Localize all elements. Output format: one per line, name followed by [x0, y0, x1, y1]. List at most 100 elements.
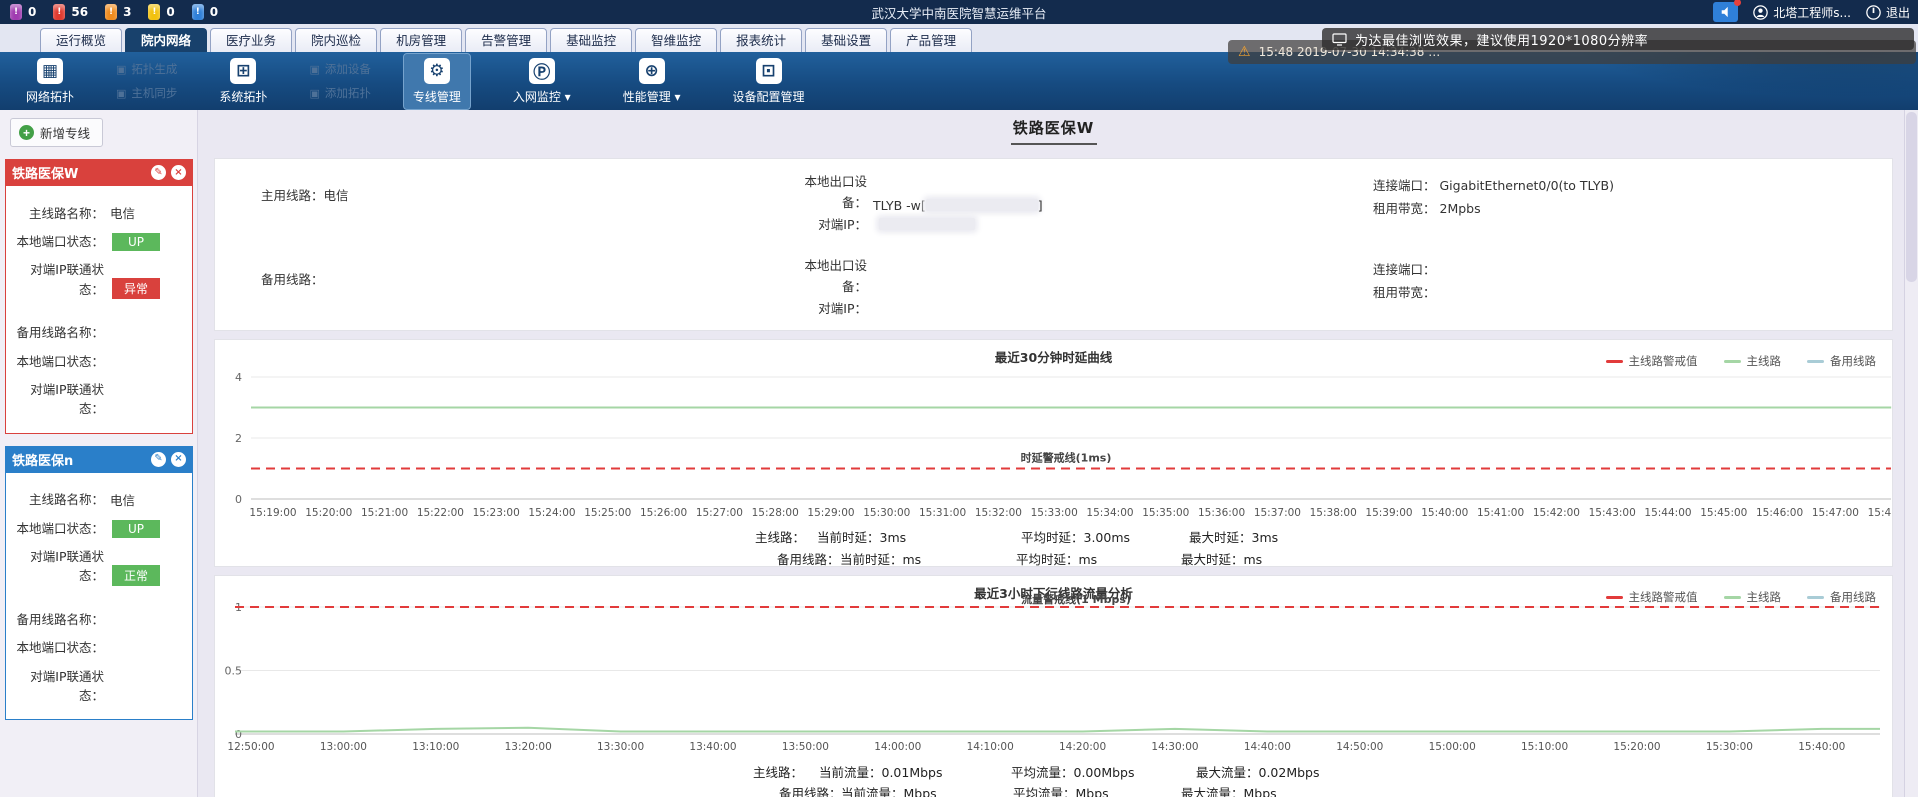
card-field-row: 主线路名称：电信 [6, 490, 186, 510]
bandwidth-label: 租用带宽： [1373, 201, 1436, 216]
toolbar-item-4[interactable]: ⚙ 专线管理 [403, 53, 471, 110]
card-field-row: 本地端口状态：UP [6, 232, 186, 251]
tab-1[interactable]: 院内网络 [125, 28, 207, 52]
svg-text:15:20:00: 15:20:00 [305, 507, 352, 519]
tab-6[interactable]: 基础监控 [550, 28, 632, 52]
svg-text:15:43:00: 15:43:00 [1589, 507, 1636, 519]
tab-5[interactable]: 告警管理 [465, 28, 547, 52]
toolbar-item-7[interactable]: ⊡设备配置管理 [723, 53, 815, 110]
toolbar-item-label: 系统拓扑 [219, 88, 267, 105]
user-icon [1753, 5, 1768, 20]
card-field-row: 对端IP联通状态： [6, 667, 186, 706]
stat-value: 最大时延：3ms [1189, 527, 1278, 546]
traffic-chart-panel: 最近3小时下行线路流量分析主线路警戒值主线路备用线路00.51流量警戒线(1 M… [214, 575, 1893, 797]
svg-text:13:30:00: 13:30:00 [597, 741, 644, 753]
resolution-toast: 为达最佳浏览效果，建议使用1920*1080分辨率 [1322, 28, 1914, 50]
svg-text:15:40:00: 15:40:00 [1798, 741, 1845, 753]
close-icon[interactable]: × [171, 452, 186, 467]
toolbar-item-2[interactable]: ⊞ 系统拓扑 [209, 53, 277, 110]
card-header: 铁路医保n✎× [5, 446, 193, 473]
warning-icon: ⚠ [1238, 44, 1251, 60]
line-cards: 铁路医保W✎×主线路名称：电信本地端口状态：UP对端IP联通状态：异常备用线路名… [0, 159, 197, 720]
svg-text:15:00:00: 15:00:00 [1429, 741, 1476, 753]
svg-text:13:00:00: 13:00:00 [320, 741, 367, 753]
system-topology-icon: ⊞ [230, 58, 256, 84]
alarm-icon: ! [53, 4, 65, 20]
svg-text:15:30:00: 15:30:00 [863, 507, 910, 519]
toolbar-stack-3: ▣添加设备▣添加拓扑 [309, 61, 370, 101]
svg-text:15:39:00: 15:39:00 [1365, 507, 1412, 519]
alarm-badge-4[interactable]: !0 [192, 4, 218, 20]
edit-icon[interactable]: ✎ [151, 452, 166, 467]
toolbar-item-label: 网络拓扑 [26, 88, 74, 105]
tab-10[interactable]: 产品管理 [890, 28, 972, 52]
add-line-button[interactable]: + 新增专线 [10, 118, 103, 147]
logout-button[interactable]: 退出 [1866, 4, 1910, 21]
speaker-icon [1720, 6, 1732, 18]
backup-peer-ip: 对端IP： [787, 298, 867, 319]
tab-0[interactable]: 运行概览 [40, 28, 122, 52]
stat-value: 当前时延：3ms [817, 527, 906, 546]
stat-value: 备用线路： [777, 549, 840, 568]
line-list-sidebar: + 新增专线 铁路医保W✎×主线路名称：电信本地端口状态：UP对端IP联通状态：… [0, 110, 198, 797]
gear-icon: ⚙ [424, 58, 450, 84]
scrollbar-thumb[interactable] [1906, 112, 1917, 282]
small-icon: ▣ [309, 63, 319, 76]
alarm-count: 0 [28, 5, 36, 19]
primary-bandwidth: 租用带宽： 2Mpbs [1373, 198, 1481, 217]
device-value-prefix: TLYB -w[ [873, 198, 926, 213]
alarm-badge-2[interactable]: !3 [105, 4, 131, 20]
tab-2[interactable]: 医疗业务 [210, 28, 292, 52]
svg-text:15:42:00: 15:42:00 [1533, 507, 1580, 519]
toolbar-item-disabled-1-0: ▣拓扑生成 [116, 61, 177, 77]
tab-4[interactable]: 机房管理 [380, 28, 462, 52]
svg-text:15:26:00: 15:26:00 [640, 507, 687, 519]
toolbar-item-disabled-3-0: ▣添加设备 [309, 61, 370, 77]
add-line-label: 新增专线 [40, 123, 90, 142]
primary-port: 连接端口： GigabitEthernet0/0(to TLYB) [1373, 175, 1614, 194]
user-menu[interactable]: 北塔工程师s... [1753, 4, 1851, 21]
edit-icon[interactable]: ✎ [151, 165, 166, 180]
card-field-row: 对端IP联通状态： [6, 380, 186, 419]
backup-bandwidth: 租用带宽： [1373, 282, 1436, 301]
alarm-badge-1[interactable]: !56 [53, 4, 88, 20]
stat-value: 当前流量：0.01Mbps [819, 762, 943, 781]
svg-text:15:37:00: 15:37:00 [1254, 507, 1301, 519]
stat-value: 平均流量：Mbps [1013, 783, 1109, 797]
alarm-badge-0[interactable]: !0 [10, 4, 36, 20]
toolbar-item-6[interactable]: ⊕性能管理 ▾ [613, 53, 691, 110]
close-icon[interactable]: × [171, 165, 186, 180]
svg-text:15:33:00: 15:33:00 [1031, 507, 1078, 519]
alarm-icon: ! [10, 4, 22, 20]
tab-8[interactable]: 报表统计 [720, 28, 802, 52]
small-icon: ▣ [309, 87, 319, 100]
tab-3[interactable]: 院内巡检 [295, 28, 377, 52]
backup-port: 连接端口： [1373, 259, 1436, 278]
monitor-icon: ⊡ [756, 58, 782, 84]
redacted-peer-ip [879, 218, 975, 230]
alarm-badge-3[interactable]: !0 [148, 4, 174, 20]
card-field-row: 备用线路名称： [6, 323, 186, 342]
app-window: !0!56!3!0!0 武汉大学中南医院智慧运维平台 北塔工程师s... [0, 0, 1918, 797]
alarm-count: 3 [123, 5, 131, 19]
toolbar-item-label: 入网监控 ▾ [513, 88, 571, 105]
delay-chart-panel: 最近30分钟时延曲线主线路警戒值主线路备用线路024时延警戒线(1ms)15:1… [214, 339, 1893, 567]
announcement-icon[interactable] [1713, 2, 1738, 22]
toolbar-item-label: 专线管理 [413, 88, 461, 105]
card-header: 铁路医保W✎× [5, 159, 193, 186]
device-value-suffix: ] [1038, 198, 1043, 213]
toolbar-item-5[interactable]: Ⓟ 入网监控 ▾ [503, 53, 581, 110]
alarm-count: 0 [166, 5, 174, 19]
svg-text:2: 2 [235, 432, 242, 445]
primary-line-value: 电信 [324, 188, 349, 203]
line-details-panel: 主用线路：电信 本地出口设备： TLYB -w[] 对端IP： 连接端口： Gi… [214, 158, 1893, 331]
toolbar-item-0[interactable]: ▦网络拓扑 [16, 53, 84, 110]
field-label: 本地端口状态： [6, 352, 104, 371]
alarm-summary: !0!56!3!0!0 [10, 4, 218, 20]
svg-text:15:21:00: 15:21:00 [361, 507, 408, 519]
svg-text:15:24:00: 15:24:00 [528, 507, 575, 519]
tab-9[interactable]: 基础设置 [805, 28, 887, 52]
doc-icon: Ⓟ [529, 58, 555, 84]
svg-text:流量警戒线(1 Mbps): 流量警戒线(1 Mbps) [1021, 592, 1131, 606]
tab-7[interactable]: 智维监控 [635, 28, 717, 52]
